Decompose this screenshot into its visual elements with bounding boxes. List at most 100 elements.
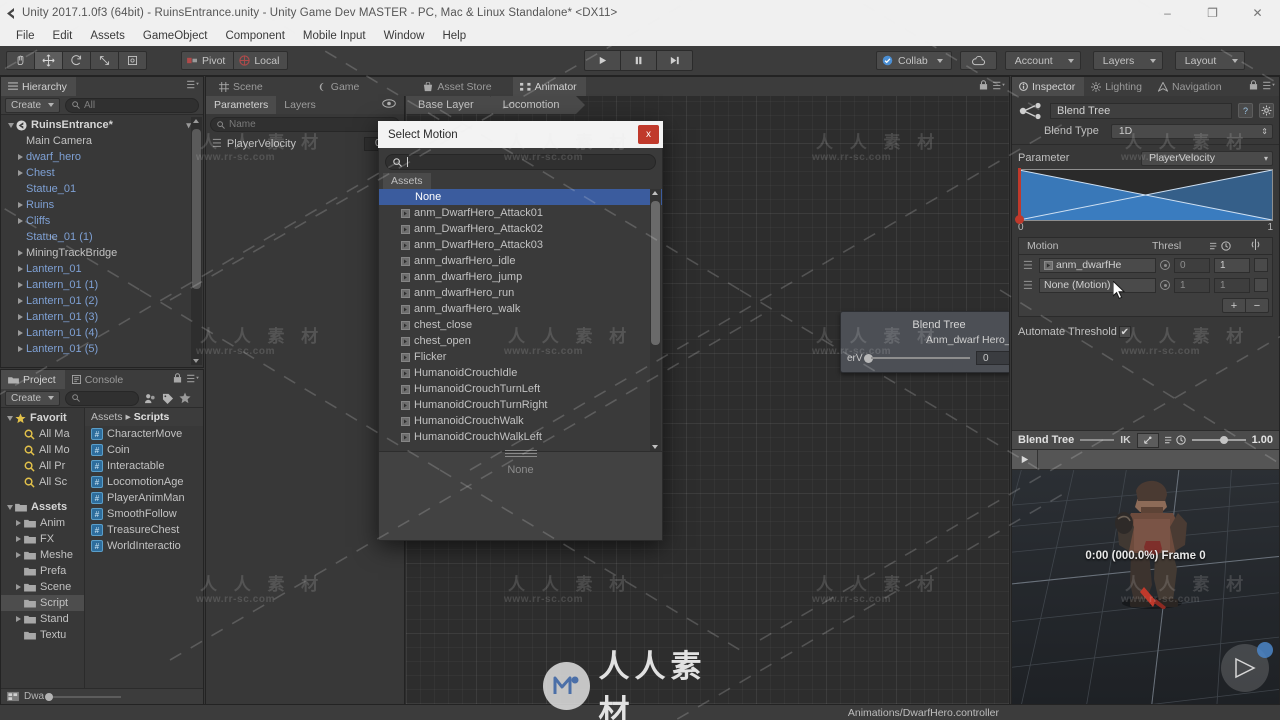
timescale-field[interactable]: 1: [1214, 277, 1250, 293]
tab-navigation[interactable]: Navigation: [1150, 77, 1231, 96]
project-tree-item[interactable]: Stand: [1, 611, 84, 627]
select-motion-item[interactable]: HumanoidCrouchIdle: [379, 365, 662, 381]
expand-arrow-icon[interactable]: [401, 352, 410, 362]
select-motion-close-button[interactable]: x: [638, 125, 659, 144]
project-tree-item[interactable]: All Sc: [1, 474, 84, 490]
select-motion-item[interactable]: anm_DwarfHero_Attack02: [379, 221, 662, 237]
hierarchy-item[interactable]: Cliffs: [1, 213, 203, 229]
motion-row[interactable]: ☰ None (Motion) 1 1: [1019, 275, 1272, 295]
menu-item-window[interactable]: Window: [375, 26, 434, 46]
hierarchy-item[interactable]: Chest: [1, 165, 203, 181]
expand-arrow-icon[interactable]: [401, 384, 410, 394]
select-motion-item[interactable]: anm_DwarfHero_Attack01: [379, 205, 662, 221]
project-tab-right[interactable]: [173, 373, 199, 383]
disclosure-triangle-icon[interactable]: [13, 520, 24, 526]
preview-ik-toggle[interactable]: IK: [1120, 434, 1131, 446]
animator-breadcrumb-item[interactable]: Base Layer: [406, 96, 499, 114]
disclosure-triangle-icon[interactable]: [15, 346, 26, 352]
disclosure-triangle-icon[interactable]: [5, 122, 16, 128]
scroll-up-icon[interactable]: [652, 191, 658, 195]
disclosure-triangle-icon[interactable]: [13, 616, 24, 622]
expand-arrow-icon[interactable]: [401, 368, 410, 378]
tab-scene[interactable]: Scene: [212, 77, 272, 96]
layers-button[interactable]: Layers: [1092, 51, 1163, 70]
tab-project[interactable]: Project: [1, 370, 65, 389]
hierarchy-item[interactable]: MiningTrackBridge: [1, 245, 203, 261]
inspector-tab-right[interactable]: [1249, 80, 1275, 90]
hierarchy-item[interactable]: Lantern_01 (1): [1, 277, 203, 293]
project-tree-item[interactable]: FX: [1, 531, 84, 547]
select-motion-item[interactable]: anm_DwarfHero_Attack03: [379, 237, 662, 253]
select-motion-item[interactable]: HumanoidCrouchTurnRight: [379, 397, 662, 413]
cloud-button[interactable]: [959, 51, 997, 70]
select-motion-item[interactable]: HumanoidCrouchTurnLeft: [379, 381, 662, 397]
hierarchy-tree[interactable]: RuinsEntrance*▾☰ Main Camera dwarf_hero Che…: [1, 115, 203, 359]
disclosure-triangle-icon[interactable]: [15, 282, 26, 288]
tab-asset-store[interactable]: Asset Store: [416, 77, 501, 96]
motion-object-field[interactable]: None (Motion): [1039, 277, 1156, 293]
hierarchy-item[interactable]: Lantern_01 (3): [1, 309, 203, 325]
asset-list-item[interactable]: # SmoothFollow: [85, 506, 203, 522]
minimize-button[interactable]: –: [1145, 0, 1190, 26]
preview-pivot-button[interactable]: [1136, 432, 1159, 448]
scale-tool-button[interactable]: [90, 51, 119, 70]
project-tree-item[interactable]: All Mo: [1, 442, 84, 458]
threshold-field[interactable]: 0: [1174, 257, 1210, 273]
pause-button[interactable]: [620, 50, 657, 71]
disclosure-triangle-icon[interactable]: [13, 536, 24, 542]
expand-arrow-icon[interactable]: [401, 416, 410, 426]
hierarchy-scroll-thumb[interactable]: [192, 129, 201, 289]
tab-parameters[interactable]: Parameters: [206, 96, 277, 114]
threshold-field[interactable]: 1: [1174, 277, 1210, 293]
expand-arrow-icon[interactable]: [401, 320, 410, 330]
select-motion-item[interactable]: Flicker: [379, 349, 662, 365]
disclosure-triangle-icon[interactable]: [15, 218, 26, 224]
layout-button[interactable]: Layout: [1174, 51, 1245, 70]
project-tree-item[interactable]: All Pr: [1, 458, 84, 474]
project-tree-item[interactable]: Script: [1, 595, 84, 611]
parameter-grip-icon[interactable]: ☰: [212, 137, 222, 150]
play-button[interactable]: [584, 50, 621, 71]
breadcrumb-root[interactable]: Assets: [91, 411, 123, 423]
tab-console[interactable]: Console: [64, 370, 133, 389]
motion-row[interactable]: ☰ anm_dwarfHe 0 1: [1019, 255, 1272, 275]
project-folder-tree[interactable]: Favorit All Ma All Mo All Pr All Sc Assets Ani…: [1, 408, 85, 688]
select-motion-item[interactable]: None: [379, 189, 662, 205]
mirror-checkbox[interactable]: [1254, 258, 1268, 272]
menu-item-file[interactable]: File: [7, 26, 44, 46]
asset-list-item[interactable]: # TreasureChest: [85, 522, 203, 538]
project-tree-item[interactable]: Anim: [1, 515, 84, 531]
tab-animator[interactable]: Animator: [512, 77, 586, 96]
disclosure-triangle-icon[interactable]: [15, 298, 26, 304]
select-motion-item[interactable]: HumanoidCrouchWalkLeft: [379, 429, 662, 445]
hierarchy-search-input[interactable]: All: [65, 97, 199, 113]
scroll-down-icon[interactable]: [652, 445, 658, 449]
expand-arrow-icon[interactable]: [401, 208, 410, 218]
disclosure-triangle-icon[interactable]: [15, 202, 26, 208]
account-button[interactable]: Account: [1004, 51, 1081, 70]
pivot-toggle[interactable]: Pivot: [181, 51, 235, 70]
parameter-row[interactable]: ☰ PlayerVelocity 0.0: [206, 135, 404, 152]
disclosure-triangle-icon[interactable]: [4, 504, 15, 510]
tab-hierarchy[interactable]: Hierarchy: [1, 77, 76, 96]
motion-row-grip-icon[interactable]: ☰: [1023, 259, 1035, 272]
scroll-up-icon[interactable]: [193, 119, 199, 123]
hierarchy-create-button[interactable]: Create: [5, 97, 61, 113]
animator-breadcrumb-item[interactable]: Locomotion: [490, 96, 585, 114]
hierarchy-item[interactable]: Statue_01 (1): [1, 229, 203, 245]
blend-tree-graph[interactable]: [1015, 168, 1273, 224]
expand-arrow-icon[interactable]: [401, 336, 410, 346]
project-tree-item[interactable]: Meshe: [1, 547, 84, 563]
disclosure-triangle-icon[interactable]: [15, 250, 26, 256]
parameter-dropdown[interactable]: PlayerVelocity ▾: [1141, 150, 1273, 166]
mirror-checkbox[interactable]: [1254, 278, 1268, 292]
expand-arrow-icon[interactable]: [401, 224, 410, 234]
motion-table-rows[interactable]: ☰ anm_dwarfHe 0 1 ☰ None (Motion) 1 1: [1019, 255, 1272, 295]
parameter-search-input[interactable]: Name +: [210, 117, 400, 132]
preview-speed-slider[interactable]: [1191, 435, 1246, 444]
timescale-field[interactable]: 1: [1214, 257, 1250, 273]
expand-arrow-icon[interactable]: [401, 288, 410, 298]
preview-play-button[interactable]: [1012, 450, 1038, 469]
node-blend-tree[interactable]: Blend Tree Anm_dwarf Hero_idle erV 0: [840, 311, 1009, 373]
auto-live-link-icon[interactable]: [382, 99, 396, 111]
